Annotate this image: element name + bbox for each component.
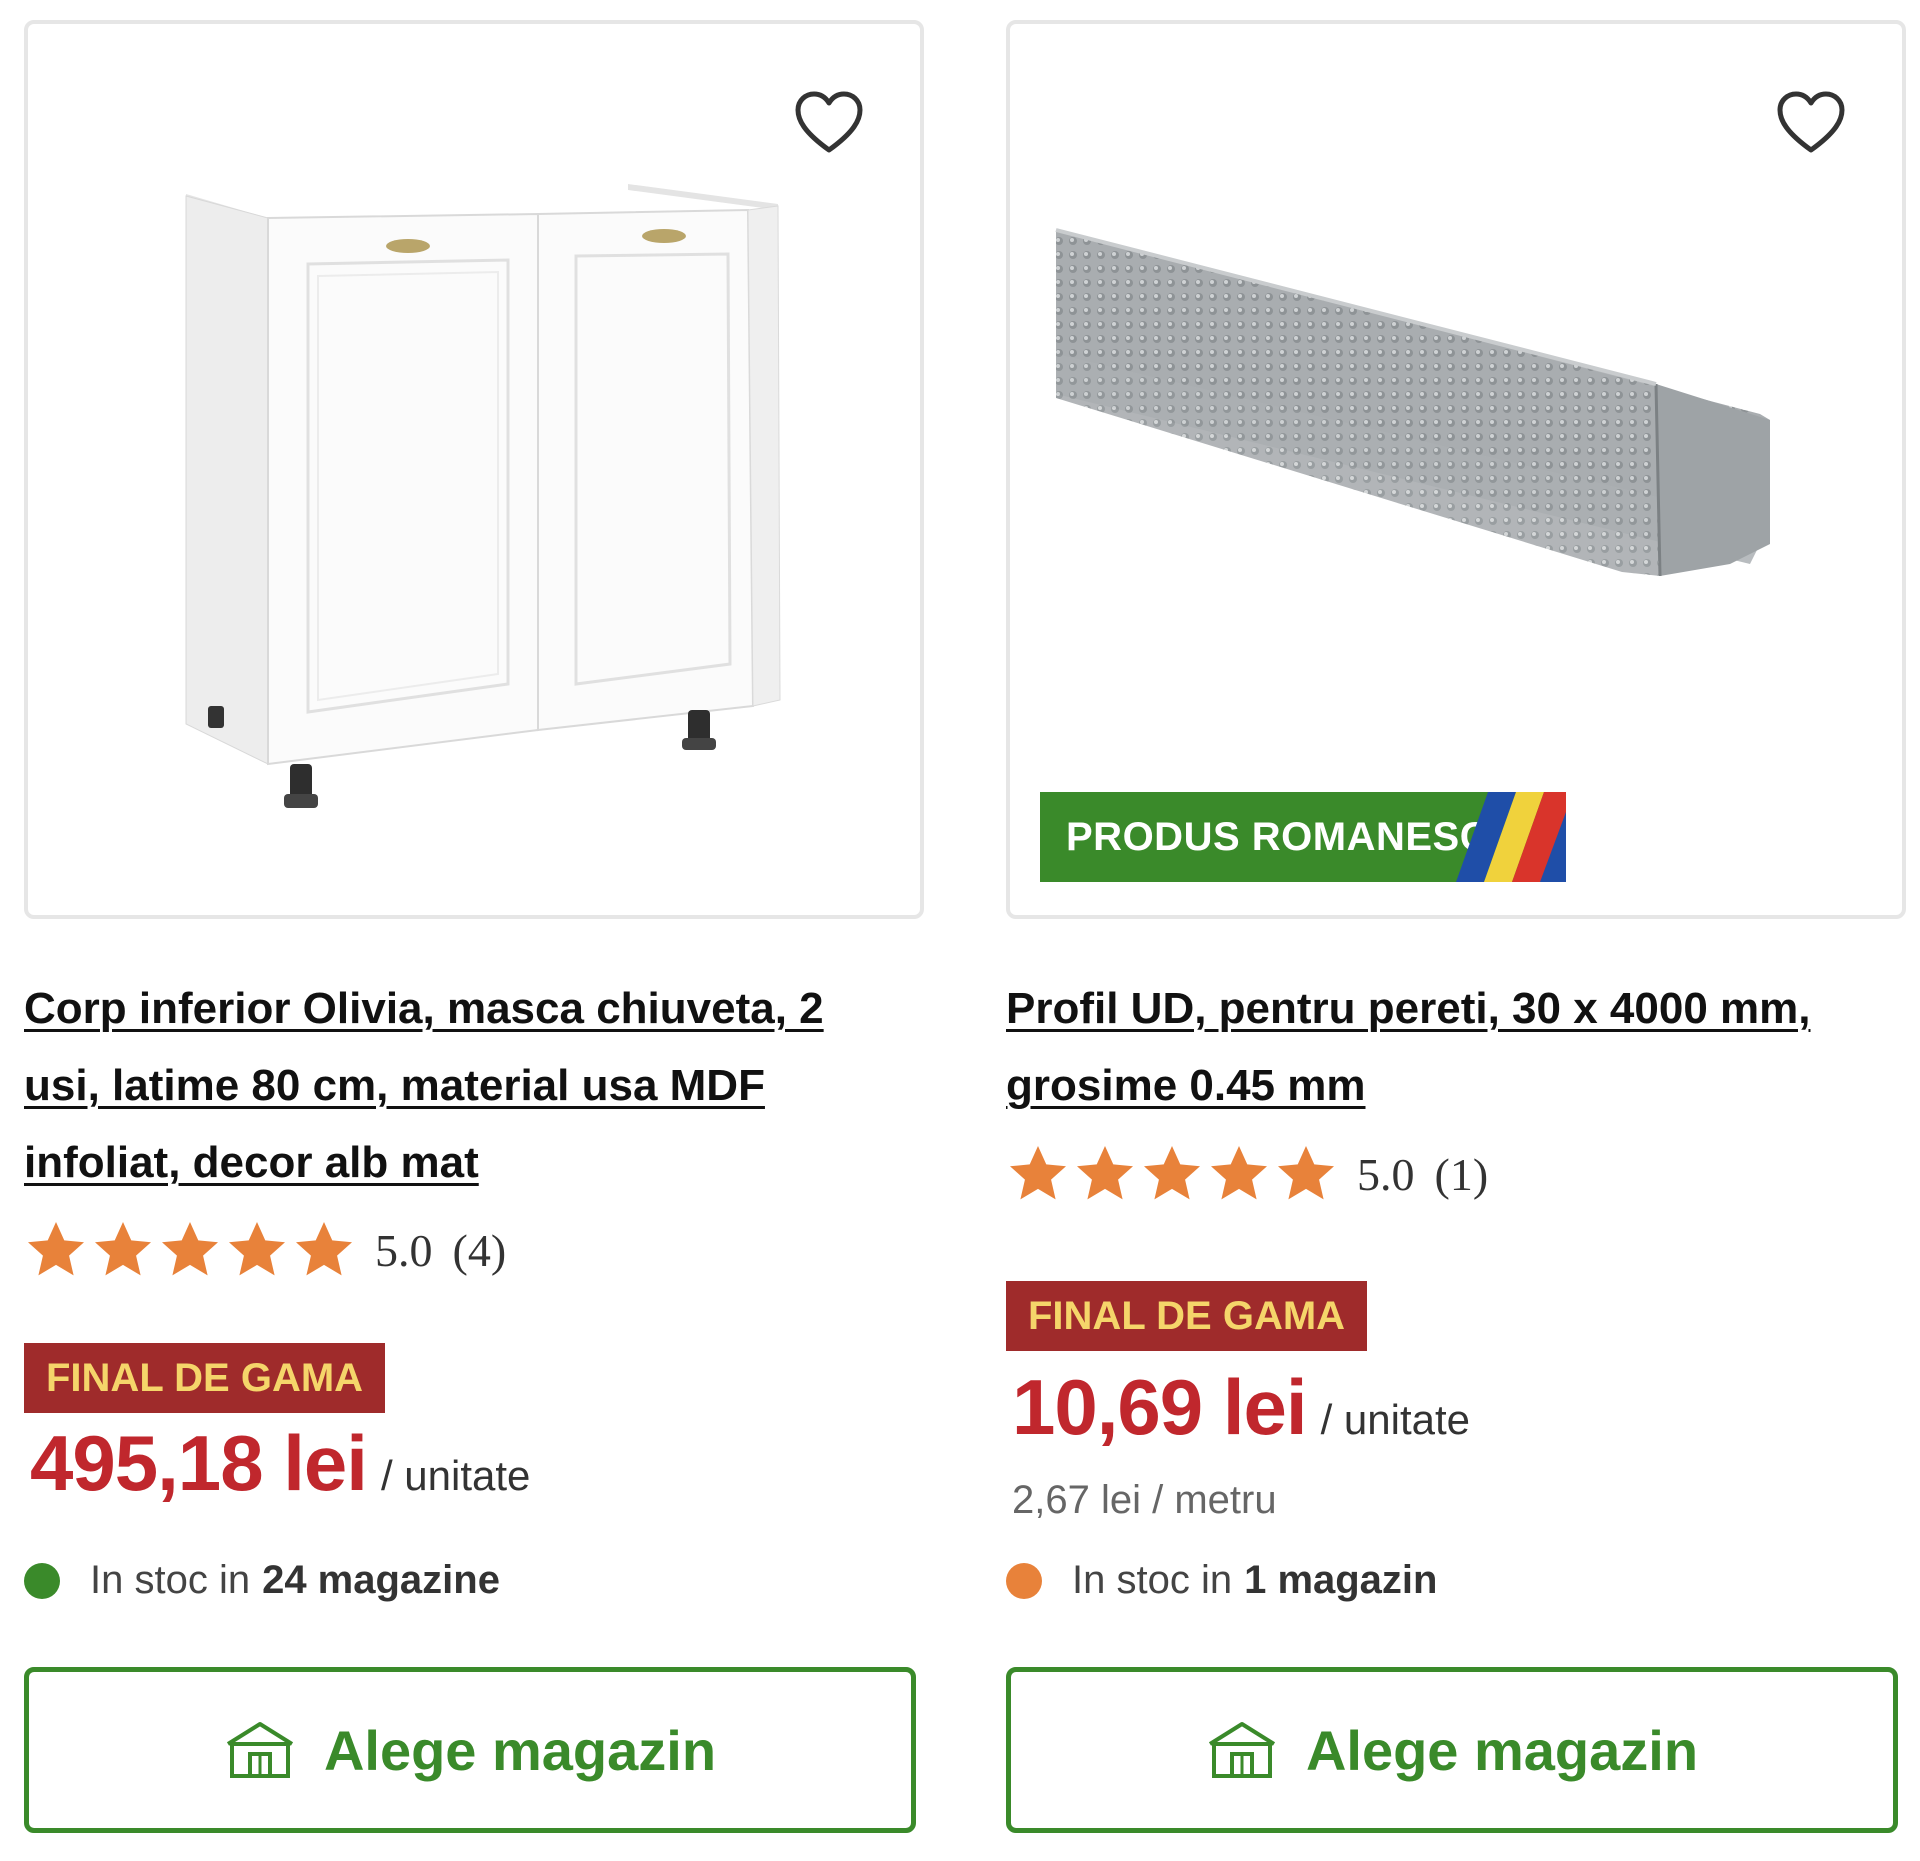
choose-store-button[interactable]: Alege magazin	[24, 1667, 916, 1833]
stock-status: In stoc in 24 magazine	[24, 1558, 500, 1603]
star-icon	[1144, 1146, 1200, 1200]
romanian-flag-stripes	[1456, 792, 1566, 882]
stock-count: 24 magazine	[262, 1558, 500, 1602]
stock-label: In stoc in	[1072, 1558, 1233, 1602]
price-unit: / unitate	[1320, 1396, 1471, 1443]
romanian-product-badge: PRODUS ROMANESC	[1040, 792, 1566, 882]
favorite-heart-icon[interactable]	[1776, 90, 1846, 156]
choose-store-label: Alege magazin	[1305, 1718, 1699, 1782]
price-value: 495,18 lei	[30, 1419, 368, 1507]
star-icon	[95, 1222, 151, 1276]
product-image-box[interactable]: PRODUS ROMANESC	[1006, 20, 1906, 919]
star-icon	[1077, 1146, 1133, 1200]
price-unit: / unitate	[380, 1452, 531, 1499]
choose-store-label: Alege magazin	[323, 1718, 717, 1782]
rating-score: 5.0	[1357, 1148, 1415, 1200]
price-row: 495,18 lei / unitate	[30, 1418, 530, 1509]
rating-count[interactable]: (1)	[1435, 1148, 1489, 1201]
favorite-heart-icon[interactable]	[794, 90, 864, 156]
star-icon	[28, 1222, 85, 1276]
stock-indicator-dot	[1006, 1562, 1042, 1599]
stock-status: In stoc in 1 magazin	[1006, 1558, 1437, 1603]
origin-badge-label: PRODUS ROMANESC	[1066, 815, 1490, 859]
final-de-gama-badge: FINAL DE GAMA	[24, 1343, 386, 1413]
product-rating: 5.0 (4)	[24, 1218, 506, 1282]
star-rating	[24, 1218, 359, 1282]
rating-score: 5.0	[375, 1224, 433, 1276]
star-icon	[1010, 1146, 1066, 1200]
rating-count[interactable]: (4)	[453, 1224, 507, 1277]
unit-price: 2,67 lei / metru	[1012, 1478, 1277, 1522]
store-icon	[226, 1722, 293, 1778]
product-image-box[interactable]	[24, 20, 924, 919]
kitchen-cabinet-image	[185, 184, 781, 808]
stock-label: In stoc in	[90, 1558, 251, 1602]
stock-count: 1 magazin	[1244, 1558, 1438, 1602]
choose-store-button[interactable]: Alege magazin	[1006, 1667, 1898, 1833]
final-de-gama-badge: FINAL DE GAMA	[1006, 1281, 1368, 1351]
product-title-link[interactable]: Corp inferior Olivia, masca chiuveta, 2 …	[24, 970, 904, 1201]
price-row: 10,69 lei / unitate	[1012, 1362, 1470, 1453]
star-icon	[162, 1222, 218, 1276]
price-value: 10,69 lei	[1012, 1363, 1308, 1451]
product-title-link[interactable]: Profil UD, pentru pereti, 30 x 4000 mm, …	[1006, 970, 1886, 1124]
star-icon	[296, 1222, 352, 1276]
star-icon	[1278, 1146, 1334, 1200]
product-card: Corp inferior Olivia, masca chiuveta, 2 …	[24, 0, 924, 1861]
star-rating	[1006, 1142, 1341, 1206]
stock-indicator-dot	[24, 1562, 60, 1599]
star-icon	[229, 1222, 285, 1276]
metal-profile-image	[1055, 228, 1770, 577]
star-icon	[1211, 1146, 1267, 1200]
product-card: PRODUS ROMANESC Profil UD, pentru pereti…	[1006, 0, 1906, 1861]
store-icon	[1208, 1722, 1275, 1778]
product-rating: 5.0 (1)	[1006, 1142, 1488, 1206]
